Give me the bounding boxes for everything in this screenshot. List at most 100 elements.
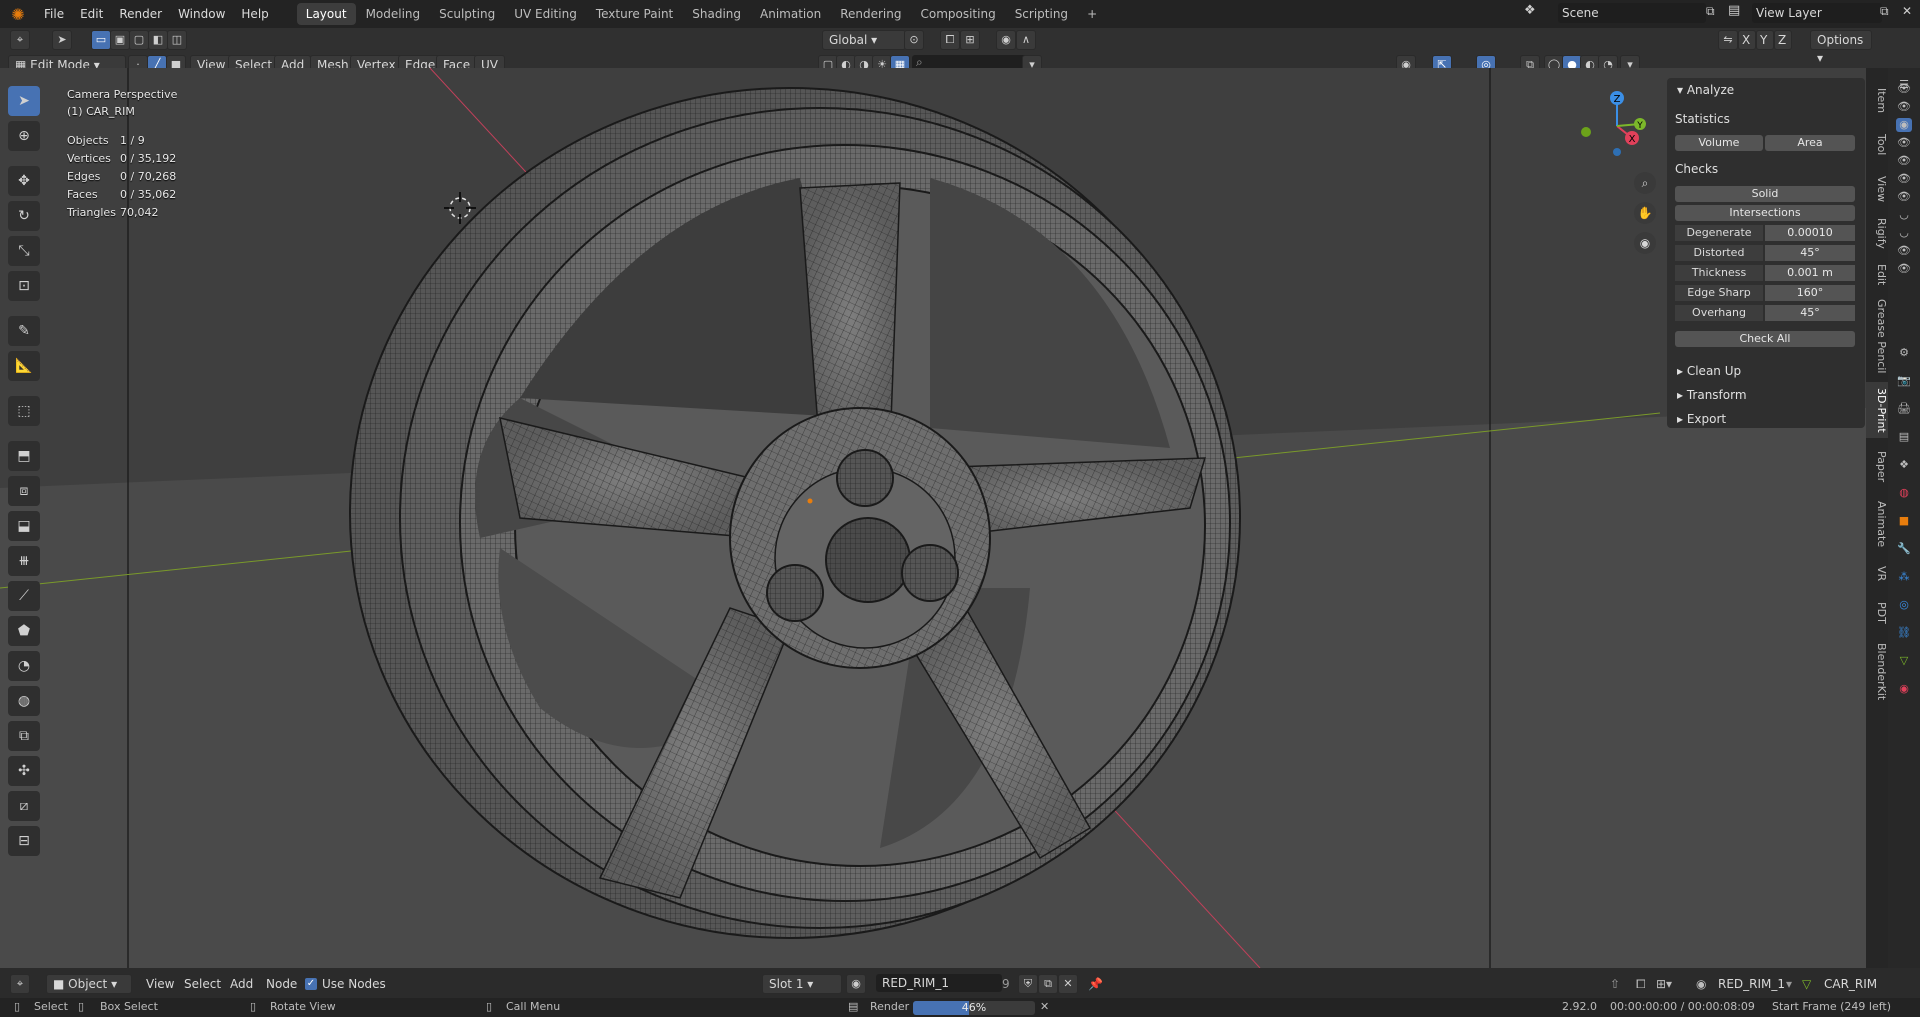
- eye-icon[interactable]: 👁: [1896, 172, 1912, 186]
- eye-icon[interactable]: 👁: [1896, 82, 1912, 96]
- pivot-point-icon[interactable]: ⊙: [904, 30, 924, 50]
- navigation-gizmo[interactable]: Z X Y: [1572, 86, 1652, 166]
- snap-toggle-icon[interactable]: ⧠: [940, 30, 960, 50]
- tab-vr[interactable]: VR: [1866, 560, 1888, 588]
- clean-up-section[interactable]: ▸ Clean Up: [1677, 364, 1741, 378]
- tab-3d-print[interactable]: 3D-Print: [1866, 382, 1888, 438]
- axis-x-toggle[interactable]: X: [1738, 30, 1756, 50]
- zoom-view-icon[interactable]: ⌕: [1634, 172, 1656, 194]
- use-nodes-checkbox[interactable]: ✓: [305, 978, 317, 990]
- transform-tool-icon[interactable]: ⊡: [8, 271, 40, 301]
- select-extend-icon[interactable]: ▣: [110, 30, 130, 50]
- view-layer-properties-icon[interactable]: ▤: [1896, 430, 1912, 444]
- tab-paper[interactable]: Paper: [1866, 446, 1888, 488]
- shader-type-dropdown[interactable]: ■ Object ▾: [46, 974, 132, 994]
- camera-icon[interactable]: ◉: [1896, 118, 1912, 132]
- select-new-icon[interactable]: ▭: [91, 30, 111, 50]
- select-subtract-icon[interactable]: ▢: [129, 30, 149, 50]
- export-section[interactable]: ▸ Export: [1677, 412, 1726, 426]
- add-cube-tool-icon[interactable]: ⬚: [8, 396, 40, 426]
- proportional-edit-icon[interactable]: ◉: [996, 30, 1016, 50]
- render-properties-icon[interactable]: 📷: [1896, 374, 1912, 388]
- edge-sharp-check-button[interactable]: Edge Sharp: [1675, 285, 1763, 301]
- blender-logo-icon[interactable]: ✺: [0, 0, 36, 28]
- volume-button[interactable]: Volume: [1675, 135, 1763, 151]
- workspace-tab-shading[interactable]: Shading: [683, 3, 750, 25]
- select-intersect-icon[interactable]: ◫: [167, 30, 187, 50]
- spin-tool-icon[interactable]: ◔: [8, 651, 40, 681]
- node-editor-type-icon[interactable]: ⌖: [10, 974, 30, 994]
- workspace-tab-scripting[interactable]: Scripting: [1006, 3, 1077, 25]
- inset-tool-icon[interactable]: ⧈: [8, 476, 40, 506]
- extrude-tool-icon[interactable]: ⬒: [8, 441, 40, 471]
- poly-build-tool-icon[interactable]: ⬟: [8, 616, 40, 646]
- tab-edit[interactable]: Edit: [1866, 260, 1888, 290]
- transform-section[interactable]: ▸ Transform: [1677, 388, 1747, 402]
- distorted-check-button[interactable]: Distorted: [1675, 245, 1763, 261]
- check-all-button[interactable]: Check All: [1675, 331, 1855, 347]
- cursor-tool-icon[interactable]: ⊕: [8, 121, 40, 151]
- tab-rigify[interactable]: Rigify: [1866, 214, 1888, 252]
- rip-region-tool-icon[interactable]: ⊟: [8, 826, 40, 856]
- workspace-tab-compositing[interactable]: Compositing: [911, 3, 1004, 25]
- particles-properties-icon[interactable]: ⁂: [1896, 570, 1912, 584]
- tab-blenderkit[interactable]: BlenderKit: [1866, 638, 1888, 706]
- proportional-falloff-icon[interactable]: ∧: [1016, 30, 1036, 50]
- pan-view-icon[interactable]: ✋: [1634, 202, 1656, 224]
- select-invert-icon[interactable]: ◧: [148, 30, 168, 50]
- scene-selector[interactable]: Scene: [1558, 3, 1706, 23]
- measure-tool-icon[interactable]: 📐: [8, 351, 40, 381]
- bevel-tool-icon[interactable]: ⬓: [8, 511, 40, 541]
- camera-view-icon[interactable]: ◉: [1634, 232, 1656, 254]
- workspace-tab-modeling[interactable]: Modeling: [357, 3, 430, 25]
- new-scene-icon[interactable]: ⧉: [1706, 4, 1722, 20]
- rotate-tool-icon[interactable]: ↻: [8, 201, 40, 231]
- smooth-tool-icon[interactable]: ◍: [8, 686, 40, 716]
- new-view-layer-icon[interactable]: ⧉: [1880, 4, 1896, 20]
- area-button[interactable]: Area: [1765, 135, 1855, 151]
- workspace-tab-rendering[interactable]: Rendering: [831, 3, 910, 25]
- options-dropdown[interactable]: Options ▾: [1810, 30, 1872, 65]
- unlink-material-icon[interactable]: ✕: [1058, 974, 1078, 994]
- degenerate-check-button[interactable]: Degenerate: [1675, 225, 1763, 241]
- intersections-check-button[interactable]: Intersections: [1675, 205, 1855, 221]
- axis-z-toggle[interactable]: Z: [1774, 30, 1792, 50]
- node-menu-add[interactable]: Add: [230, 977, 253, 991]
- add-workspace-button[interactable]: +: [1078, 3, 1106, 25]
- tab-item[interactable]: Item: [1866, 84, 1888, 118]
- menu-edit[interactable]: Edit: [72, 0, 111, 28]
- mirror-icon[interactable]: ⇋: [1718, 30, 1738, 50]
- constraint-properties-icon[interactable]: ⛓: [1896, 626, 1912, 640]
- snap-mode-icon[interactable]: ⊞▾: [1656, 977, 1672, 991]
- edge-sharp-angle-field[interactable]: 160°: [1765, 285, 1855, 301]
- thickness-check-button[interactable]: Thickness: [1675, 265, 1763, 281]
- knife-tool-icon[interactable]: ⟋: [8, 581, 40, 611]
- editor-type-icon[interactable]: ⌖: [10, 30, 30, 50]
- distorted-angle-field[interactable]: 45°: [1765, 245, 1855, 261]
- snap-target-icon[interactable]: ⊞: [960, 30, 980, 50]
- workspace-tab-layout[interactable]: Layout: [296, 3, 356, 25]
- pin-icon[interactable]: 📌: [1088, 977, 1103, 991]
- thickness-value-field[interactable]: 0.001 m: [1765, 265, 1855, 281]
- material-name-field[interactable]: RED_RIM_1: [876, 974, 1002, 992]
- shrink-fatten-tool-icon[interactable]: ✣: [8, 756, 40, 786]
- fake-user-icon[interactable]: ⛨: [1018, 974, 1038, 994]
- overhang-check-button[interactable]: Overhang: [1675, 305, 1763, 321]
- gizmo-neg-z-icon[interactable]: [1613, 148, 1621, 156]
- output-properties-icon[interactable]: 🖨: [1896, 402, 1912, 416]
- analyze-header[interactable]: ▾ Analyze: [1677, 83, 1734, 97]
- tab-grease-pencil[interactable]: Grease Pencil: [1866, 298, 1888, 374]
- remove-view-layer-icon[interactable]: ✕: [1902, 4, 1918, 20]
- move-tool-icon[interactable]: ✥: [8, 166, 40, 196]
- scale-tool-icon[interactable]: ⤡: [8, 236, 40, 266]
- object-properties-icon[interactable]: ■: [1896, 514, 1912, 528]
- workspace-tab-uv-editing[interactable]: UV Editing: [505, 3, 586, 25]
- workspace-tab-animation[interactable]: Animation: [751, 3, 830, 25]
- duplicate-material-icon[interactable]: ⧉: [1038, 974, 1058, 994]
- tab-tool[interactable]: Tool: [1866, 128, 1888, 162]
- eye-closed-icon[interactable]: ◡: [1896, 226, 1912, 240]
- select-box-tool-icon[interactable]: ➤: [8, 86, 40, 116]
- shear-tool-icon[interactable]: ⧄: [8, 791, 40, 821]
- loop-cut-tool-icon[interactable]: ⧻: [8, 546, 40, 576]
- eye-icon[interactable]: 👁: [1896, 136, 1912, 150]
